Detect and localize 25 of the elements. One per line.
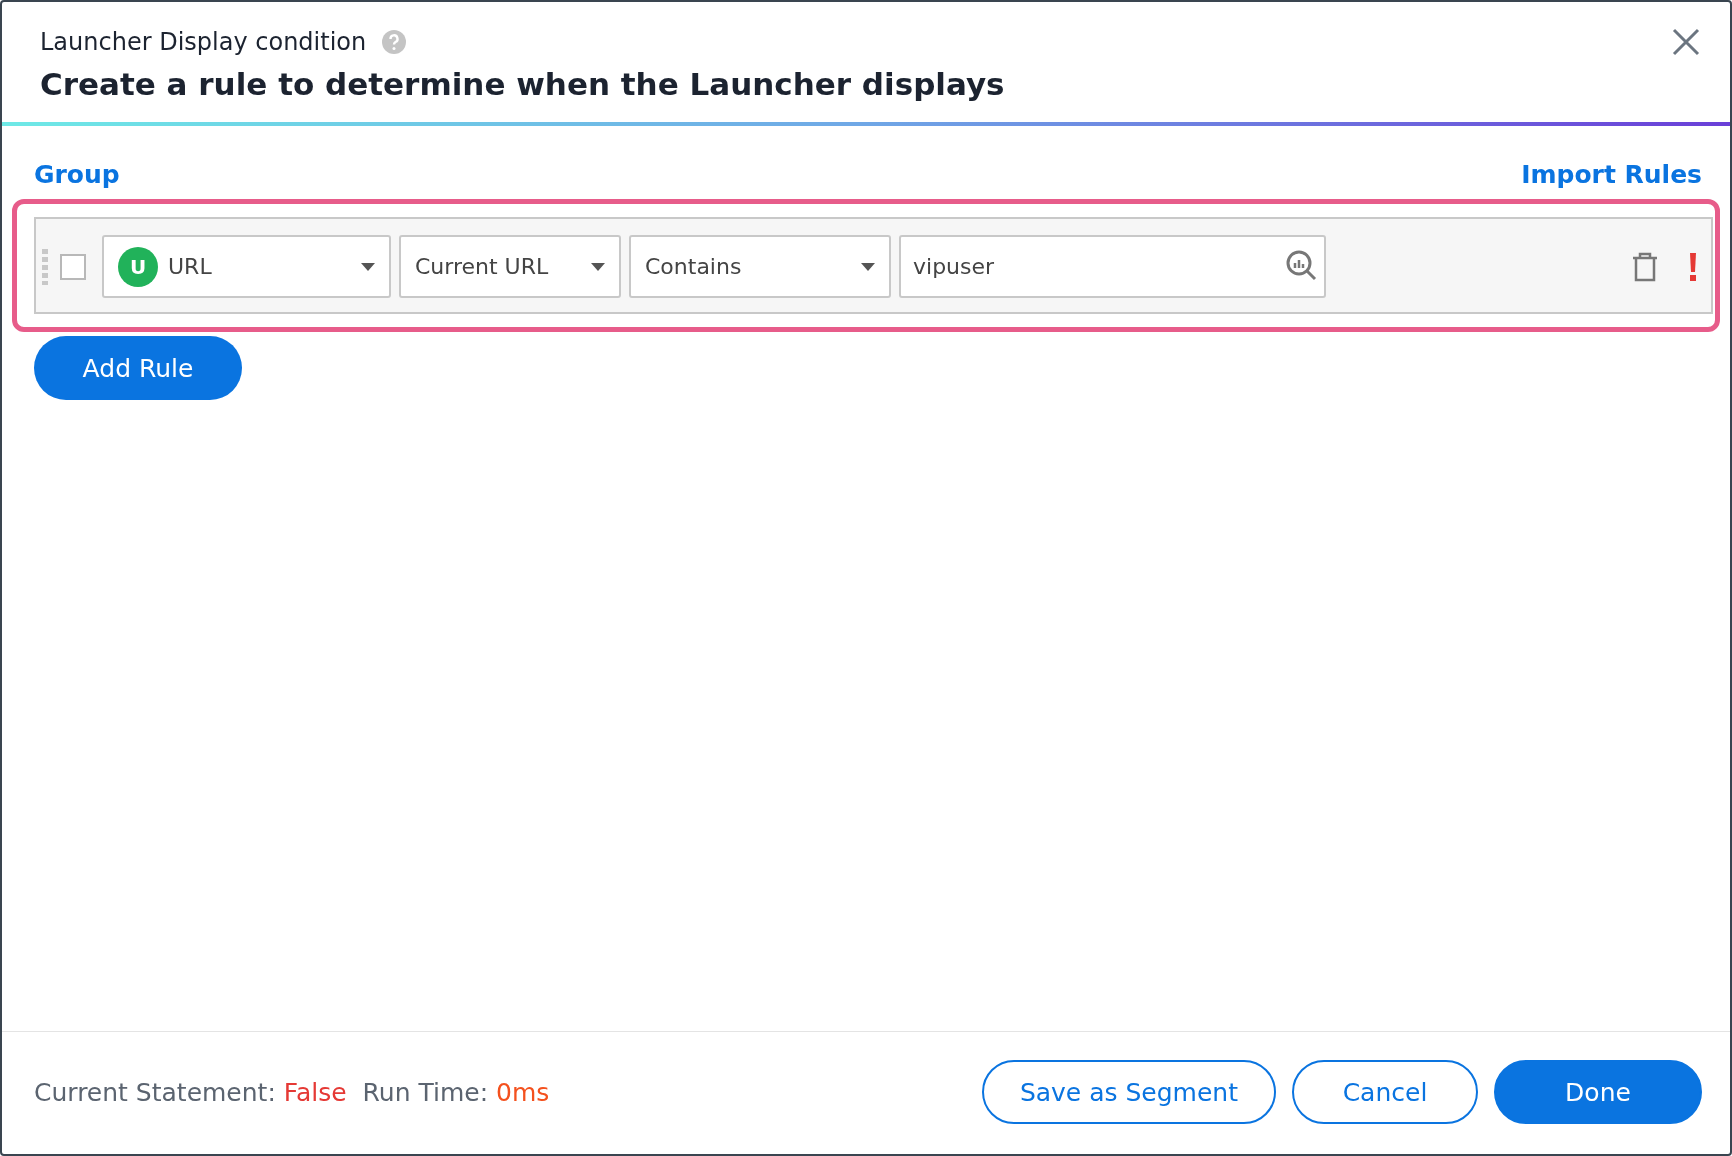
statement-label: Current Statement:: [34, 1077, 276, 1107]
operator-select[interactable]: Contains: [629, 235, 891, 298]
search-icon[interactable]: [1286, 250, 1318, 282]
caret-icon: [861, 262, 875, 271]
dialog-subtitle: Launcher Display condition: [40, 28, 367, 56]
trash-icon[interactable]: [1631, 251, 1659, 282]
footer-button[interactable]: Cancel: [1292, 1060, 1478, 1124]
scope-select[interactable]: Current URL: [399, 235, 621, 298]
footer-button[interactable]: Done: [1494, 1060, 1702, 1124]
footer-button[interactable]: Save as Segment: [981, 1060, 1276, 1124]
attribute-badge: U: [118, 246, 158, 287]
rule-checkbox[interactable]: [60, 253, 86, 280]
value-field[interactable]: vipuser: [899, 235, 1326, 298]
import-rules-link[interactable]: Import Rules: [1521, 160, 1702, 189]
caret-icon: [591, 262, 605, 271]
caret-icon: [361, 262, 375, 271]
runtime-value: 0ms: [496, 1077, 550, 1107]
drag-handle-icon[interactable]: [42, 248, 48, 285]
attribute-select[interactable]: U URL: [102, 235, 391, 298]
runtime-label: Run Time:: [362, 1077, 489, 1107]
dialog-title: Create a rule to determine when the Launcher displays: [40, 66, 1006, 102]
add-rule-button[interactable]: Add Rule: [34, 336, 242, 400]
group-link[interactable]: Group: [34, 160, 120, 189]
close-icon[interactable]: [1670, 26, 1702, 58]
statement-value: False: [283, 1077, 347, 1107]
